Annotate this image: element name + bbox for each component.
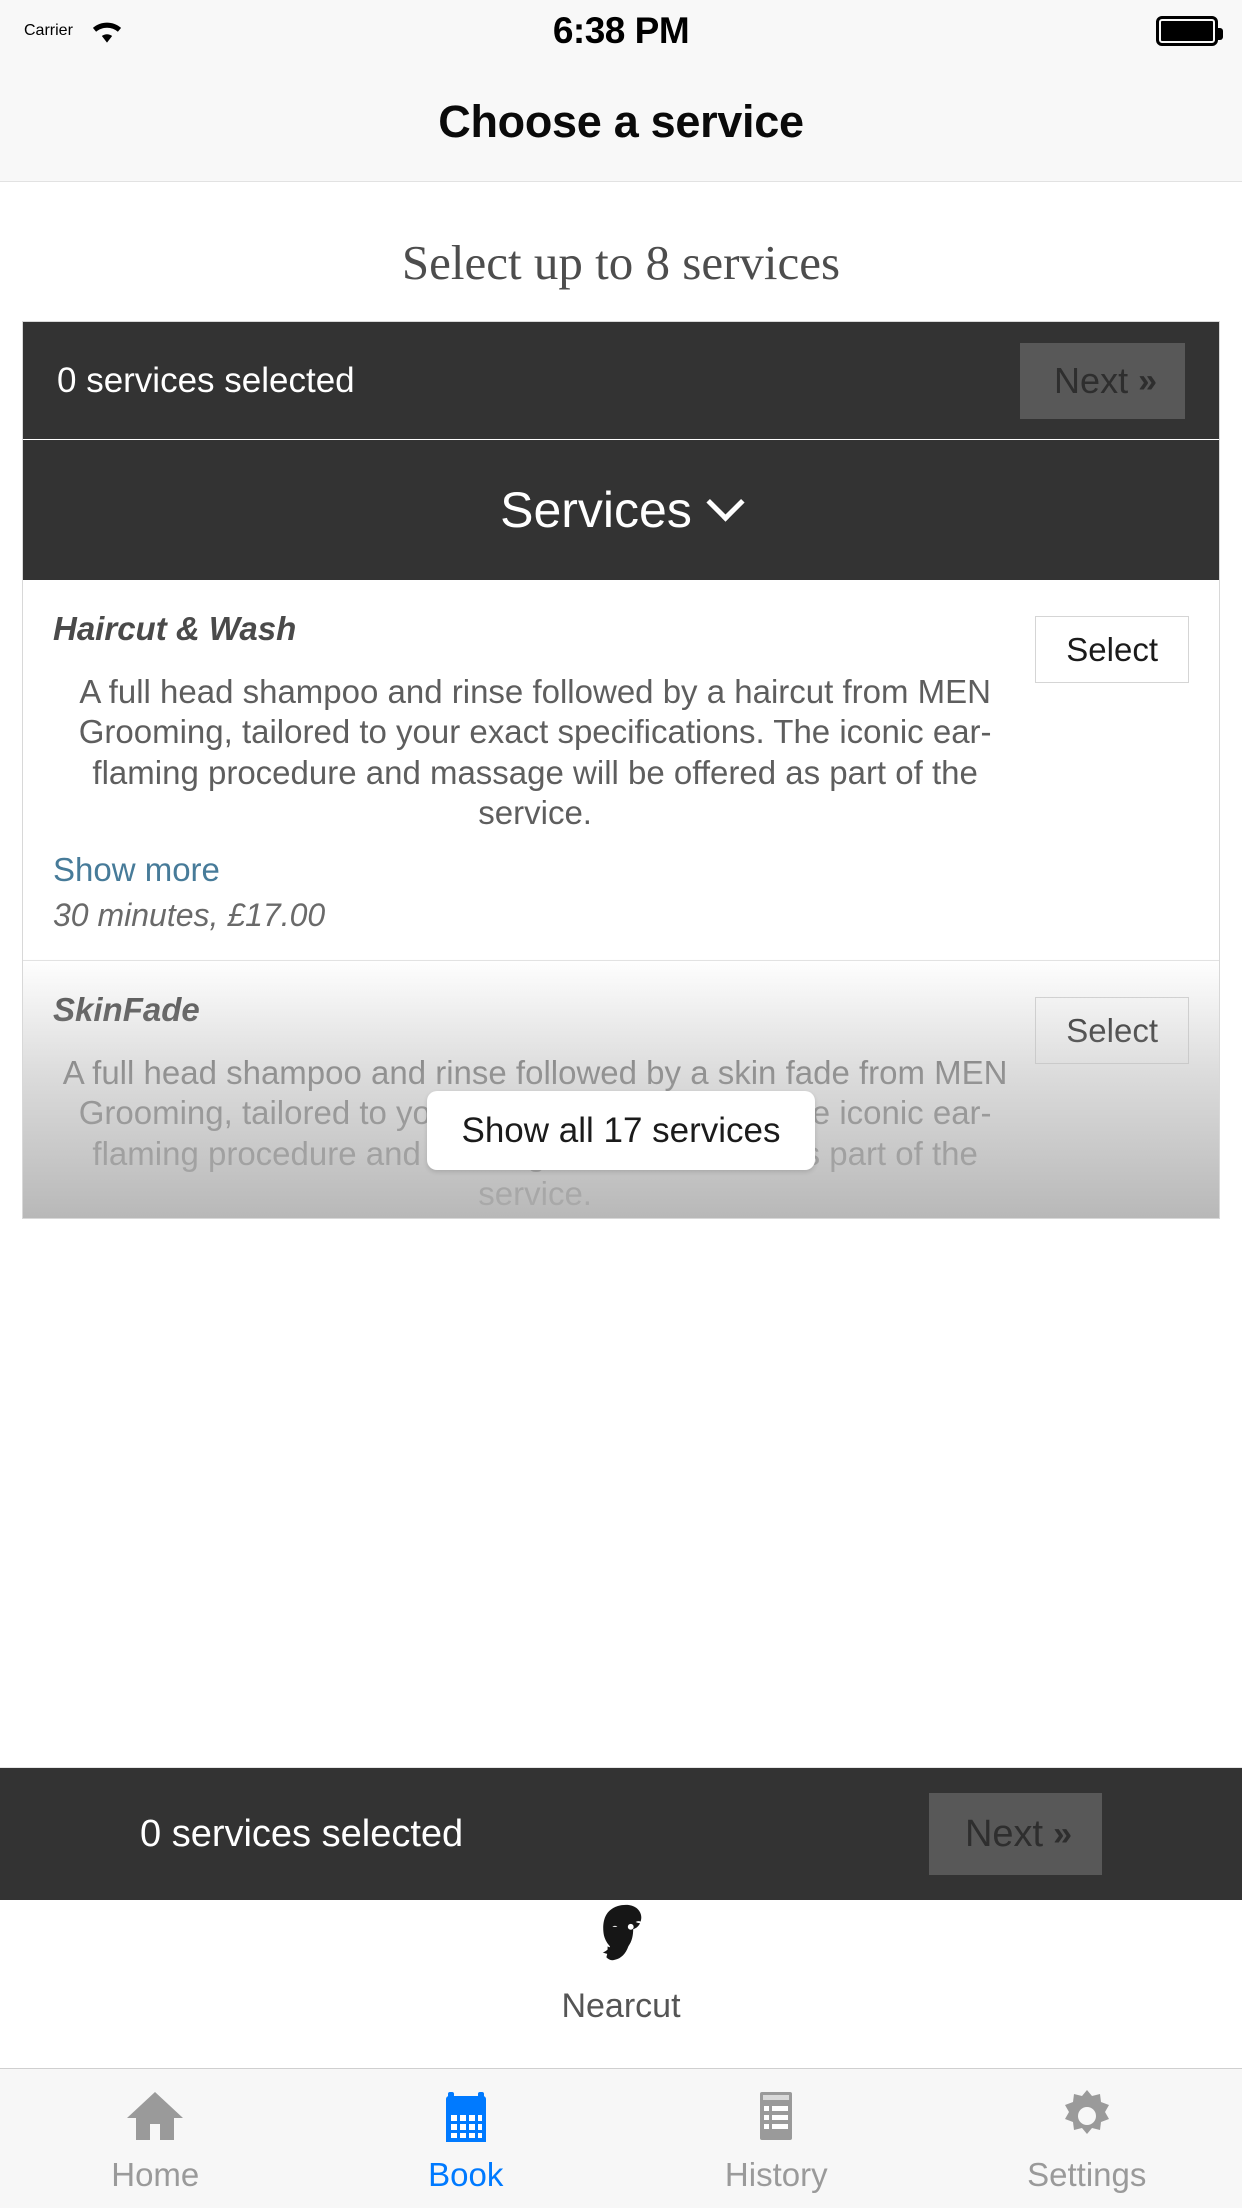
category-header-services[interactable]: Services [23, 440, 1219, 580]
service-duration-price: 30 minutes, £17.00 [53, 897, 326, 933]
gear-icon [1055, 2084, 1119, 2148]
service-action: Select [1035, 610, 1189, 683]
tab-settings[interactable]: Settings [932, 2069, 1242, 2208]
show-all-services-button[interactable]: Show all 17 services [427, 1091, 815, 1170]
service-action: Select [1035, 991, 1189, 1064]
selection-summary-bar-bottom: 0 services selected Next » [0, 1767, 1242, 1900]
next-button-bottom[interactable]: Next » [928, 1793, 1102, 1875]
select-button[interactable]: Select [1035, 997, 1189, 1064]
next-button-top[interactable]: Next » [1020, 342, 1185, 419]
tab-home[interactable]: Home [0, 2069, 311, 2208]
battery-icon [1156, 16, 1223, 46]
tab-book-label: Book [428, 2155, 504, 2193]
tab-book[interactable]: Book [311, 2069, 622, 2208]
page-title: Choose a service [438, 95, 804, 147]
status-bar: Carrier 6:38 PM [0, 0, 1242, 62]
service-name: Haircut & Wash [53, 610, 297, 647]
tab-bar: Home Book History Settings [0, 2068, 1242, 2208]
services-card: 0 services selected Next » Services Hair… [22, 321, 1220, 1219]
brand-footer: Nearcut [0, 1900, 1242, 2026]
tab-history-label: History [724, 2155, 828, 2193]
navigation-bar: Choose a service [0, 62, 1242, 182]
service-details: Haircut & Wash A full head shampoo and r… [53, 610, 1035, 934]
tab-settings-label: Settings [1027, 2155, 1147, 2193]
home-icon [123, 2084, 187, 2148]
tab-home-label: Home [111, 2155, 200, 2193]
service-row[interactable]: Haircut & Wash A full head shampoo and r… [23, 580, 1219, 961]
next-button-bottom-label: Next [964, 1813, 1044, 1855]
chevron-double-right-icon: » [1138, 361, 1157, 400]
selection-limit-heading: Select up to 8 services [401, 235, 841, 290]
service-row[interactable]: SkinFade A full head shampoo and rinse f… [23, 961, 1219, 1218]
chevron-double-right-icon: » [1053, 1815, 1072, 1853]
service-name: SkinFade [53, 991, 200, 1028]
chevron-down-icon [712, 489, 742, 519]
show-more-link[interactable]: Show more [53, 851, 1017, 889]
nearcut-logo-icon [582, 1900, 660, 1983]
select-button[interactable]: Select [1035, 616, 1189, 683]
status-bar-right [1156, 16, 1223, 46]
service-description: A full head shampoo and rinse followed b… [78, 673, 992, 831]
selected-count-label-bottom: 0 services selected [140, 1812, 464, 1855]
next-button-top-label: Next [1054, 359, 1129, 401]
show-all-container: Show all 17 services [23, 1091, 1219, 1170]
brand-name: Nearcut [561, 1987, 681, 2025]
selected-count-label-top: 0 services selected [57, 360, 355, 400]
calendar-icon [434, 2084, 498, 2148]
status-bar-time: 6:38 PM [552, 10, 690, 51]
selection-summary-bar-top: 0 services selected Next » [23, 322, 1219, 440]
list-icon [744, 2084, 808, 2148]
category-label: Services [500, 482, 692, 538]
tab-history[interactable]: History [621, 2069, 932, 2208]
